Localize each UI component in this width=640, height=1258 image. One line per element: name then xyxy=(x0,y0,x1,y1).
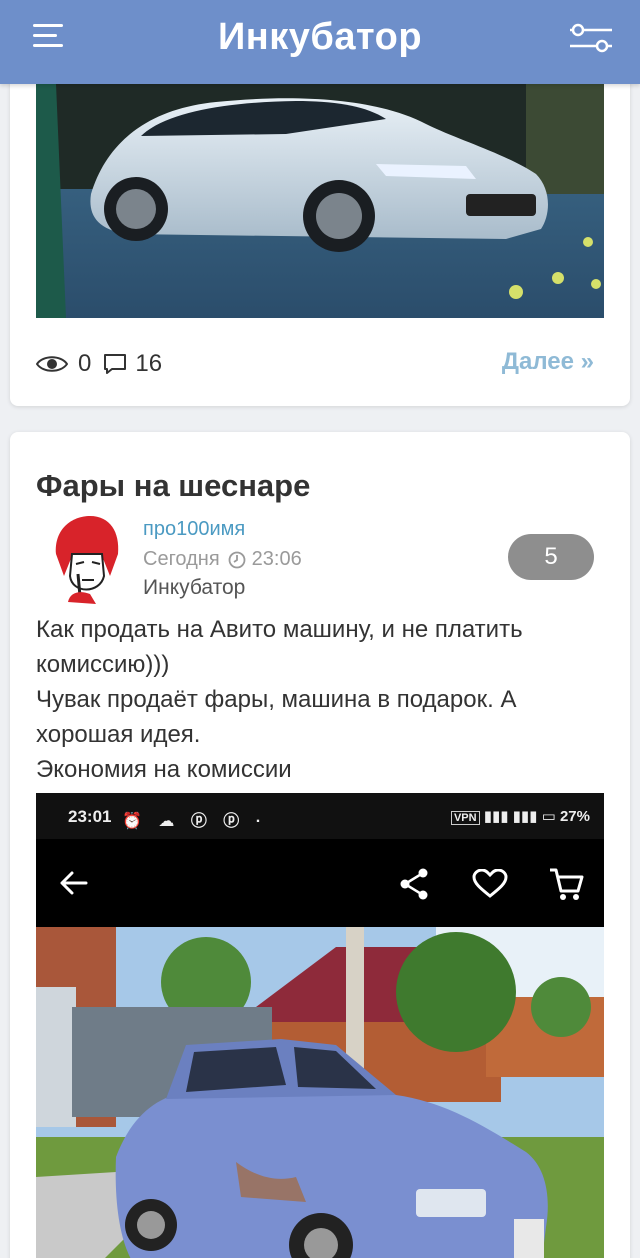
author-name-link[interactable]: про100имя xyxy=(143,518,245,541)
signal-icon: ▮▮▮ ▮▮▮ xyxy=(483,808,542,825)
vpn-badge: VPN xyxy=(450,811,480,825)
post-category-link[interactable]: Инкубатор xyxy=(143,576,245,600)
post-body: Как продать на Авито машину, и не платит… xyxy=(36,612,604,787)
post-image-car[interactable] xyxy=(36,84,604,318)
back-arrow-icon xyxy=(60,871,88,895)
heart-icon xyxy=(472,869,508,898)
post-date: Сегодня xyxy=(143,548,220,570)
rating-badge[interactable]: 5 xyxy=(508,534,594,580)
post-stats: 0 16 xyxy=(36,346,174,382)
post-card: Фары на шеснаре про100имя Сегодня 23:06 … xyxy=(10,432,630,1258)
embedded-app-bar xyxy=(36,839,604,927)
post-time: 23:06 xyxy=(251,548,302,570)
cart-icon xyxy=(550,868,584,900)
embedded-status-time: 23:01 xyxy=(68,807,112,826)
system-icons: VPN ▮▮▮ ▮▮▮ ▭ 27% xyxy=(450,807,590,825)
read-more-link[interactable]: Далее » xyxy=(502,348,594,376)
post-title[interactable]: Фары на шеснаре xyxy=(36,468,310,504)
car-photo xyxy=(36,927,604,1258)
views-count: 0 xyxy=(78,350,92,377)
comments-count: 16 xyxy=(135,350,163,377)
battery-percent: 27% xyxy=(559,808,590,825)
comment-icon xyxy=(104,354,127,374)
top-app-bar: Инкубатор xyxy=(0,0,640,84)
post-text-line: Экономия на комиссии xyxy=(36,756,292,783)
clock-icon xyxy=(228,551,246,568)
embedded-status-bar: 23:01 ⏰ ☁ ⓟ ⓟ · VPN ▮▮▮ ▮▮▮ ▭ 27% xyxy=(36,793,604,839)
post-text-line: Как продать на Авито машину, и не платит… xyxy=(36,616,523,678)
notification-icons: ⏰ ☁ ⓟ ⓟ · xyxy=(122,813,268,830)
eye-icon xyxy=(36,356,68,372)
battery-icon: ▭ xyxy=(541,808,556,825)
author-avatar[interactable] xyxy=(50,514,122,604)
share-icon xyxy=(400,868,428,900)
filter-sliders-icon[interactable] xyxy=(568,22,614,56)
post-meta: Сегодня 23:06 xyxy=(143,548,302,571)
post-image-avito-screenshot[interactable]: 23:01 ⏰ ☁ ⓟ ⓟ · VPN ▮▮▮ ▮▮▮ ▭ 27% xyxy=(36,793,604,1258)
page-title: Инкубатор xyxy=(217,16,423,58)
post-text-line: Чувак продаёт фары, машина в подарок. А … xyxy=(36,686,517,748)
